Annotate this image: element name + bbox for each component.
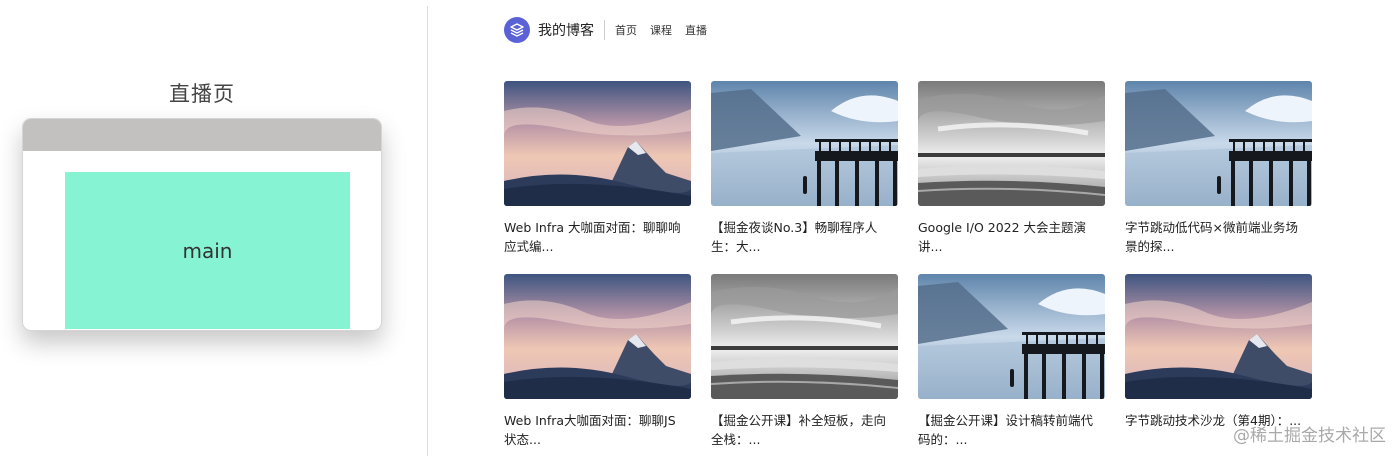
card-thumbnail[interactable]: [711, 274, 898, 399]
card-thumbnail[interactable]: [1125, 81, 1312, 206]
site-header: 我的博客 首页 课程 直播: [504, 16, 720, 44]
live-card[interactable]: 【掘金夜谈No.3】畅聊程序人生：大...: [711, 81, 898, 256]
card-title[interactable]: Google I/O 2022 大会主题演讲...: [918, 218, 1102, 256]
live-card[interactable]: Web Infra 大咖面对面：聊聊响应式编...: [504, 81, 691, 256]
blog-name[interactable]: 我的博客: [538, 20, 594, 40]
nav-item-home[interactable]: 首页: [615, 22, 637, 38]
live-card[interactable]: 【掘金公开课】补全短板，走向全栈：...: [711, 274, 898, 449]
layers-icon[interactable]: [504, 17, 530, 43]
mock-header-bar: [23, 119, 381, 151]
card-thumbnail[interactable]: [918, 81, 1105, 206]
card-title[interactable]: 【掘金公开课】设计稿转前端代码的：...: [918, 411, 1102, 449]
mock-main-area: main: [65, 172, 350, 329]
card-title[interactable]: 字节跳动低代码×微前端业务场景的探...: [1125, 218, 1309, 256]
nav-item-courses[interactable]: 课程: [650, 22, 672, 38]
live-card[interactable]: Google I/O 2022 大会主题演讲...: [918, 81, 1105, 256]
card-thumbnail[interactable]: [918, 274, 1105, 399]
diagram-title: 直播页: [169, 82, 235, 106]
card-thumbnail[interactable]: [1125, 274, 1312, 399]
mock-browser-window: main: [22, 118, 382, 331]
live-card[interactable]: 字节跳动低代码×微前端业务场景的探...: [1125, 81, 1312, 256]
nav-separator: [604, 20, 605, 40]
card-thumbnail[interactable]: [504, 81, 691, 206]
panel-divider: [427, 6, 428, 456]
card-title[interactable]: Web Infra 大咖面对面：聊聊响应式编...: [504, 218, 688, 256]
layout-diagram-panel: 直播页 main: [0, 0, 428, 460]
card-thumbnail[interactable]: [504, 274, 691, 399]
live-card[interactable]: Web Infra大咖面对面：聊聊JS状态...: [504, 274, 691, 449]
card-title[interactable]: Web Infra大咖面对面：聊聊JS状态...: [504, 411, 688, 449]
card-title[interactable]: 【掘金公开课】补全短板，走向全栈：...: [711, 411, 895, 449]
nav-item-live[interactable]: 直播: [685, 22, 707, 38]
watermark: @稀土掘金技术社区: [1233, 426, 1386, 446]
live-card[interactable]: 【掘金公开课】设计稿转前端代码的：...: [918, 274, 1105, 449]
card-title[interactable]: 【掘金夜谈No.3】畅聊程序人生：大...: [711, 218, 895, 256]
card-thumbnail[interactable]: [711, 81, 898, 206]
